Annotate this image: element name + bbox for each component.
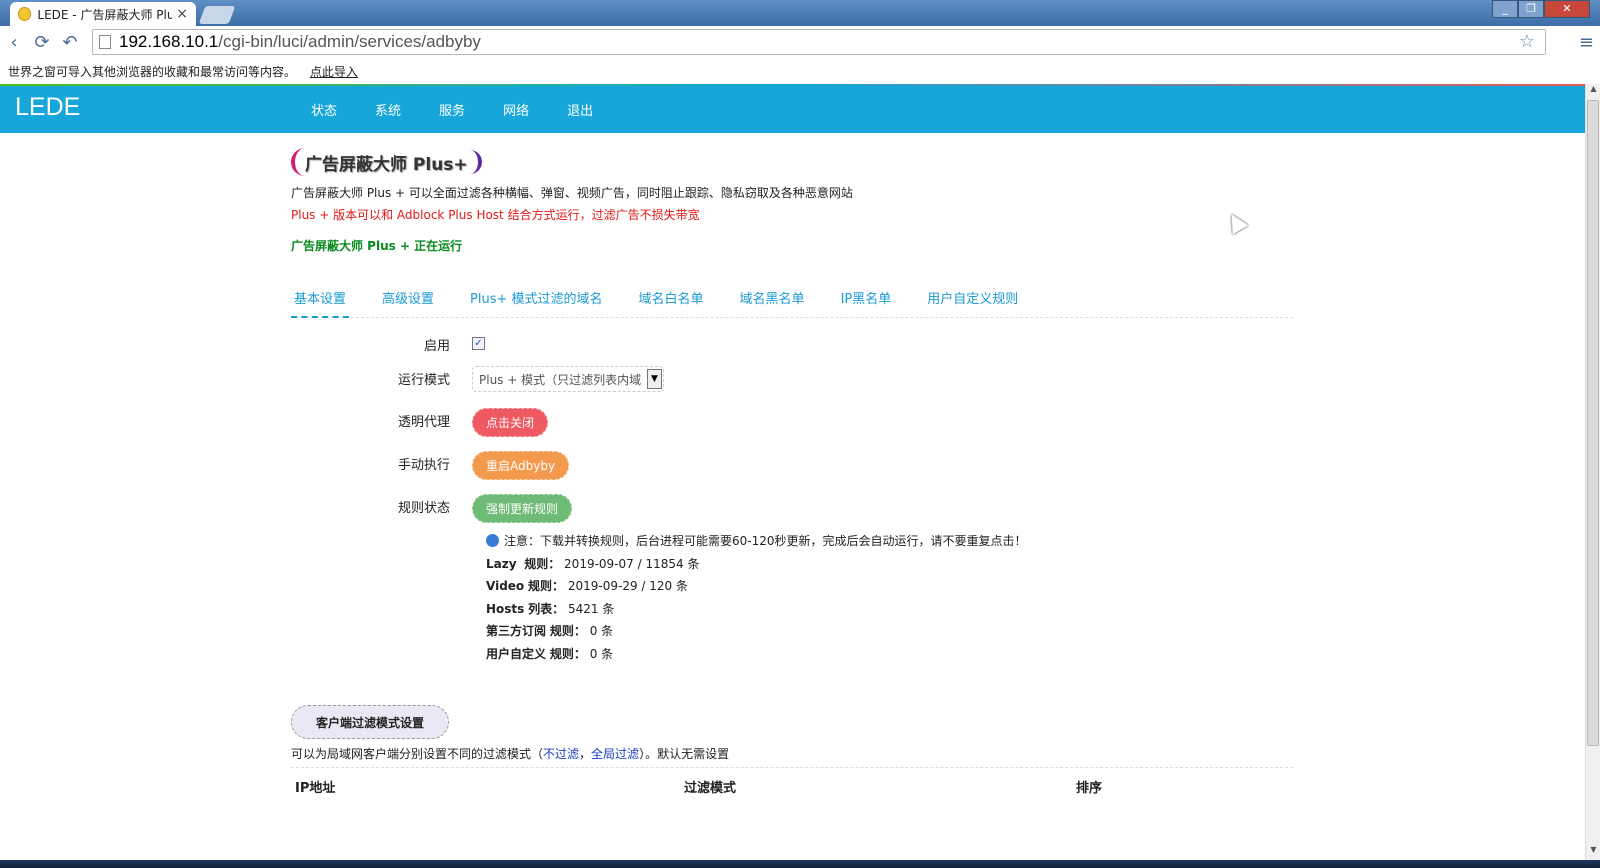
mode-label: 运行模式 <box>397 373 450 388</box>
window-controls: _ ❐ ✕ <box>1492 0 1590 18</box>
browser-menu-icon[interactable]: ≡ <box>1579 32 1594 53</box>
minimize-button[interactable]: _ <box>1492 0 1518 18</box>
rule-line: Lazy 规则： 2019-09-07 / 11854 条 <box>486 556 700 571</box>
new-tab-button[interactable] <box>198 6 236 24</box>
import-bookmarks-link[interactable]: 点此导入 <box>310 65 358 79</box>
client-section-title: 客户端过滤模式设置 <box>291 705 450 739</box>
tab-close-icon[interactable]: × <box>176 6 188 22</box>
brand-logo[interactable]: LEDE <box>15 93 80 122</box>
running-status: 广告屏蔽大师 Plus + 正在运行 <box>291 239 463 253</box>
scroll-up-arrow-icon[interactable]: ▲ <box>1586 84 1600 99</box>
favicon-icon <box>18 7 32 21</box>
force-update-rules-button[interactable]: 强制更新规则 <box>472 494 573 523</box>
enable-checkbox[interactable]: ✓ <box>472 337 485 350</box>
tab-domain-whitelist[interactable]: 域名白名单 <box>636 288 707 318</box>
tab-advanced-settings[interactable]: 高级设置 <box>379 288 437 318</box>
mode-select-value: Plus + 模式（只过滤列表内域 <box>479 372 642 387</box>
mode-row: 运行模式 Plus + 模式（只过滤列表内域 ▼ <box>291 366 1293 400</box>
rules-label: 规则状态 <box>397 501 450 516</box>
app-description: 广告屏蔽大师 Plus + 可以全面过滤各种横幅、弹窗、视频广告，同时阻止跟踪、… <box>291 186 853 200</box>
client-table-header: IP地址 过滤模式 排序 <box>291 767 1293 796</box>
menu-item-logout[interactable]: 退出 <box>567 100 593 119</box>
proxy-toggle-button[interactable]: 点击关闭 <box>472 408 549 437</box>
enable-row: 启用 ✓ <box>291 332 1293 366</box>
proxy-label: 透明代理 <box>397 415 450 430</box>
tab-domain-blacklist[interactable]: 域名黑名单 <box>737 288 808 318</box>
menu-item-status[interactable]: 状态 <box>311 100 337 119</box>
rule-line: 第三方订阅 规则： 0 条 <box>486 624 614 638</box>
client-section-desc: 可以为局域网客户端分别设置不同的过滤模式（不过滤，全局过滤）。默认无需设置 <box>291 747 730 761</box>
browser-toolbar: ‹ ⟳ ↶ 192.168.10.1/cgi-bin/luci/admin/se… <box>0 26 1600 58</box>
rule-line: Hosts 列表： 5421 条 <box>486 601 615 616</box>
manual-label: 手动执行 <box>397 458 450 473</box>
column-order: 排序 <box>1076 781 1103 796</box>
tab-plus-domains[interactable]: Plus+ 模式过滤的域名 <box>467 288 606 318</box>
column-filter-mode: 过滤模式 <box>684 781 737 796</box>
luci-header: LEDE 状态 系统 服务 网络 退出 <box>0 86 1585 133</box>
scroll-thumb[interactable] <box>1587 100 1599 746</box>
restart-adbyby-button[interactable]: 重启Adbyby <box>472 451 570 480</box>
page-icon <box>99 35 111 49</box>
os-taskbar <box>0 860 1600 868</box>
main-menu: 状态 系统 服务 网络 退出 <box>311 100 631 119</box>
rule-line: 用户自定义 规则： 0 条 <box>486 646 614 661</box>
global-filter-link[interactable]: 全局过滤 <box>591 747 639 761</box>
tab-ip-blacklist[interactable]: IP黑名单 <box>838 288 895 318</box>
info-icon <box>486 534 499 547</box>
maximize-button[interactable]: ❐ <box>1518 0 1544 18</box>
bookmark-message: 世界之窗可导入其他浏览器的收藏和最常访问等内容。 <box>8 65 297 79</box>
back-icon[interactable]: ‹ <box>0 32 28 53</box>
close-window-button[interactable]: ✕ <box>1544 0 1590 18</box>
logo-swoosh-icon <box>291 148 305 176</box>
browser-titlebar: LEDE - 广告屏蔽大师 Plus × _ ❐ ✕ <box>0 0 1600 26</box>
no-filter-link[interactable]: 不过滤 <box>543 747 579 761</box>
enable-label: 启用 <box>423 339 450 354</box>
proxy-row: 透明代理 点击关闭 <box>291 408 1293 442</box>
mode-select[interactable]: Plus + 模式（只过滤列表内域 ▼ <box>472 366 664 392</box>
rules-notice: 注意：下载并转换规则，后台进程可能需要60-120秒更新，完成后会自动运行，请不… <box>486 530 1293 553</box>
rules-info: 注意：下载并转换规则，后台进程可能需要60-120秒更新，完成后会自动运行，请不… <box>486 530 1293 665</box>
app-description-red: Plus + 版本可以和 Adblock Plus Host 结合方式运行，过滤… <box>291 208 700 222</box>
bookmark-star-icon[interactable]: ☆ <box>1519 31 1535 52</box>
refresh-icon[interactable]: ⟳ <box>28 32 56 53</box>
rule-line: Video 规则： 2019-09-29 / 120 条 <box>486 579 688 593</box>
select-arrow-icon[interactable]: ▼ <box>647 369 662 389</box>
menu-item-system[interactable]: 系统 <box>375 100 401 119</box>
manual-row: 手动执行 重启Adbyby <box>291 451 1293 485</box>
page-scrollbar[interactable]: ▲ ▼ <box>1585 84 1600 860</box>
logo-swoosh-right-icon <box>470 150 482 174</box>
app-logo: 广告屏蔽大师 Plus+ <box>291 146 482 178</box>
basic-settings-form: 启用 ✓ 运行模式 Plus + 模式（只过滤列表内域 ▼ 透明代理 点击关闭 … <box>291 332 1293 665</box>
settings-tabs: 基本设置 高级设置 Plus+ 模式过滤的域名 域名白名单 域名黑名单 IP黑名… <box>291 288 1293 318</box>
logo-text: 广告屏蔽大师 Plus+ <box>305 154 468 175</box>
tab-custom-rules[interactable]: 用户自定义规则 <box>924 288 1021 318</box>
browser-tab[interactable]: LEDE - 广告屏蔽大师 Plus × <box>10 2 196 26</box>
scroll-down-arrow-icon[interactable]: ▼ <box>1586 845 1600 860</box>
menu-item-network[interactable]: 网络 <box>503 100 529 119</box>
undo-icon[interactable]: ↶ <box>56 32 84 53</box>
address-bar[interactable]: 192.168.10.1/cgi-bin/luci/admin/services… <box>92 29 1546 55</box>
bookmark-bar: 世界之窗可导入其他浏览器的收藏和最常访问等内容。 点此导入 <box>0 58 1600 84</box>
menu-item-services[interactable]: 服务 <box>439 100 465 119</box>
tab-basic-settings[interactable]: 基本设置 <box>291 288 350 318</box>
rules-row: 规则状态 强制更新规则 <box>291 494 1293 528</box>
url-text: 192.168.10.1/cgi-bin/luci/admin/services… <box>119 32 481 51</box>
column-ip: IP地址 <box>295 781 336 796</box>
main-content: 广告屏蔽大师 Plus+ 广告屏蔽大师 Plus + 可以全面过滤各种横幅、弹窗… <box>291 146 1293 796</box>
tab-title: LEDE - 广告屏蔽大师 Plus <box>37 7 173 22</box>
